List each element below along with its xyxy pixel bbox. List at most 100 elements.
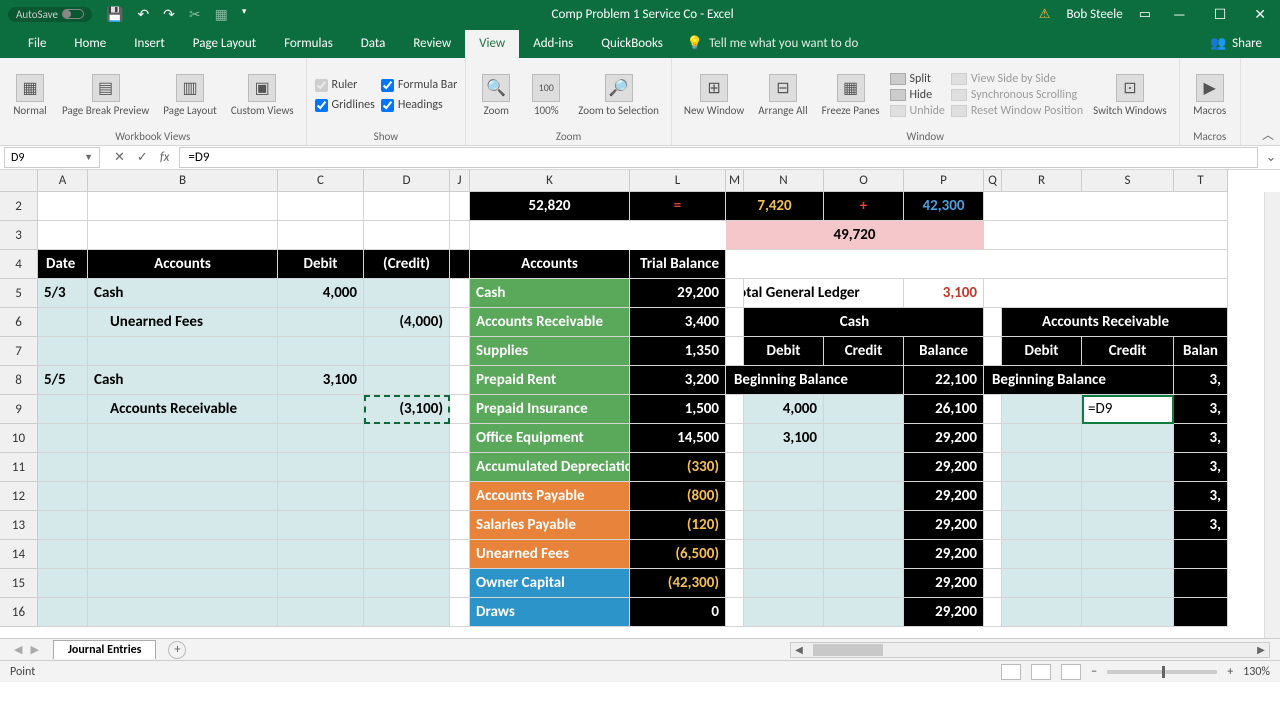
cell[interactable]	[364, 511, 450, 540]
column-header[interactable]: J	[450, 170, 470, 192]
cell[interactable]	[450, 453, 470, 482]
cell[interactable]	[824, 540, 904, 569]
cell[interactable]	[278, 337, 364, 366]
cell[interactable]	[88, 540, 278, 569]
hide-button[interactable]: Hide	[890, 88, 945, 102]
cell[interactable]: Prepaid Rent	[470, 366, 630, 395]
cell[interactable]	[450, 366, 470, 395]
sync-scroll-button[interactable]: Synchronous Scrolling	[951, 88, 1083, 102]
cell[interactable]: (4,000)	[364, 308, 450, 337]
cell[interactable]: 29,200	[904, 482, 984, 511]
column-header[interactable]: Q	[984, 170, 1002, 192]
cell[interactable]: 14,500	[630, 424, 726, 453]
cell[interactable]	[364, 540, 450, 569]
cell[interactable]	[824, 482, 904, 511]
cell[interactable]	[278, 540, 364, 569]
column-header[interactable]: C	[278, 170, 364, 192]
tab-insert[interactable]: Insert	[120, 30, 179, 58]
cell[interactable]: 29,200	[904, 598, 984, 627]
cell[interactable]	[1002, 540, 1082, 569]
autosave-toggle[interactable]: AutoSave	[8, 7, 92, 22]
cell[interactable]	[1002, 453, 1082, 482]
minimize-button[interactable]: —	[1167, 6, 1192, 23]
cell[interactable]	[744, 482, 824, 511]
cell[interactable]	[450, 482, 470, 511]
cell[interactable]: (120)	[630, 511, 726, 540]
cell[interactable]: Credit	[1082, 337, 1174, 366]
cell[interactable]	[744, 540, 824, 569]
cell[interactable]	[1002, 511, 1082, 540]
cell[interactable]	[38, 598, 88, 627]
cell[interactable]	[38, 424, 88, 453]
cell[interactable]: 4,000	[278, 279, 364, 308]
cell[interactable]: 1,500	[630, 395, 726, 424]
tab-file[interactable]: File	[14, 30, 60, 58]
share-button[interactable]: 👥Share	[1210, 36, 1262, 58]
cell[interactable]: 29,200	[904, 540, 984, 569]
cell[interactable]	[38, 308, 88, 337]
cell[interactable]	[726, 395, 744, 424]
cell[interactable]	[278, 453, 364, 482]
cell[interactable]: (800)	[630, 482, 726, 511]
gridlines-checkbox[interactable]: Gridlines	[315, 98, 375, 112]
new-window-button[interactable]: ⊞New Window	[680, 72, 748, 119]
cell[interactable]: Total General Ledger	[726, 279, 904, 308]
cell[interactable]	[824, 424, 904, 453]
name-box[interactable]: D9▼	[4, 147, 100, 168]
cell[interactable]	[364, 482, 450, 511]
row-header[interactable]: 10	[0, 424, 38, 453]
cell[interactable]: Accounts Receivable	[984, 308, 1228, 337]
column-header[interactable]: P	[904, 170, 984, 192]
column-header[interactable]: R	[1002, 170, 1082, 192]
cell[interactable]	[38, 511, 88, 540]
enter-formula-icon[interactable]: ✓	[137, 150, 148, 165]
close-button[interactable]: ✕	[1248, 6, 1272, 23]
cell[interactable]	[450, 308, 470, 337]
undo-icon[interactable]: ↶	[137, 6, 149, 23]
cell[interactable]: Cash	[88, 366, 278, 395]
select-all-cell[interactable]	[0, 170, 38, 192]
cell[interactable]: Beginning Balance	[984, 366, 1174, 395]
cell[interactable]	[278, 395, 364, 424]
cell[interactable]	[278, 569, 364, 598]
formula-bar-checkbox[interactable]: Formula Bar	[381, 78, 457, 92]
row-header[interactable]: 11	[0, 453, 38, 482]
cell[interactable]: Debit	[1002, 337, 1082, 366]
cell[interactable]	[278, 511, 364, 540]
page-break-preview-button[interactable]: ▤Page Break Preview	[58, 72, 153, 119]
cell[interactable]	[1082, 598, 1174, 627]
cell[interactable]	[1082, 424, 1174, 453]
cell[interactable]	[726, 424, 744, 453]
row-header[interactable]: 7	[0, 337, 38, 366]
cell[interactable]	[450, 598, 470, 627]
cell[interactable]: Draws	[470, 598, 630, 627]
cell[interactable]: 3,100	[278, 366, 364, 395]
cell[interactable]	[984, 424, 1002, 453]
cell[interactable]	[450, 337, 470, 366]
cell[interactable]: Office Equipment	[470, 424, 630, 453]
cell[interactable]: 1,350	[630, 337, 726, 366]
cell[interactable]: Accounts	[88, 250, 278, 279]
column-header[interactable]: A	[38, 170, 88, 192]
cell[interactable]	[450, 192, 470, 221]
cell[interactable]	[984, 598, 1002, 627]
unhide-button[interactable]: Unhide	[890, 104, 945, 118]
cell[interactable]	[88, 598, 278, 627]
cell[interactable]	[1002, 482, 1082, 511]
cell[interactable]	[38, 569, 88, 598]
cell[interactable]: 5/5	[38, 366, 88, 395]
cell[interactable]: Accounts	[470, 250, 630, 279]
cell[interactable]	[38, 395, 88, 424]
cell[interactable]	[824, 569, 904, 598]
horizontal-scrollbar[interactable]: ◀▶	[790, 642, 1270, 658]
cell[interactable]: Beginning Balance	[726, 366, 904, 395]
cell[interactable]	[364, 192, 450, 221]
cell[interactable]: Trial Balance	[630, 250, 726, 279]
cell[interactable]	[450, 511, 470, 540]
cell[interactable]	[1082, 453, 1174, 482]
cell[interactable]	[88, 453, 278, 482]
cell[interactable]: (42,300)	[630, 569, 726, 598]
row-header[interactable]: 5	[0, 279, 38, 308]
cell[interactable]: 3,	[1174, 511, 1228, 540]
sheet-nav-next-icon[interactable]: ▶	[30, 643, 38, 656]
